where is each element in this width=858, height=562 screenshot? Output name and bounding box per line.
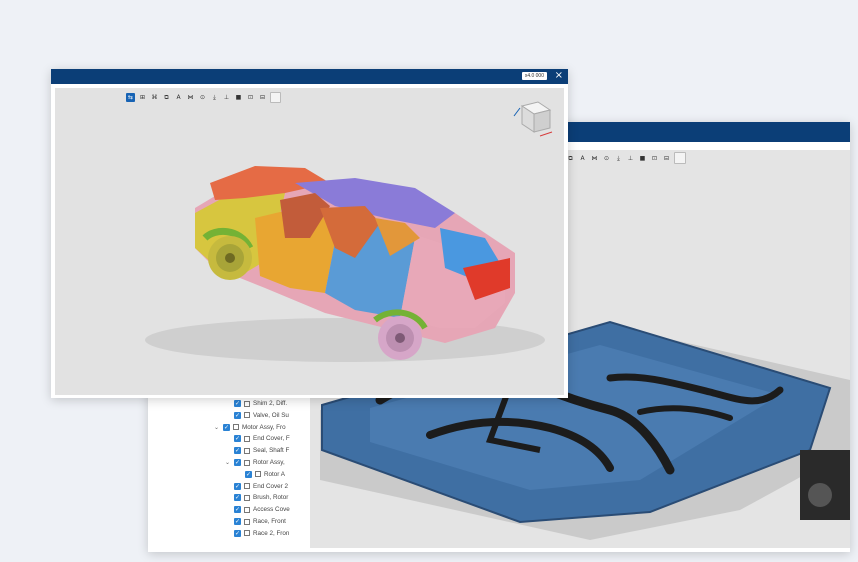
chevron-down-icon[interactable]: ⌄ [214,424,223,431]
toolbar-fit-button[interactable]: ⊡ [650,154,659,163]
tree-item-label: Access Cove [253,506,290,514]
parts-tree: ✓ Shim 2, Diff. ✓ Valve, Oil Su ⌄ ✓ Motor Assy… [148,398,306,552]
view-cube-icon[interactable] [510,94,556,140]
tree-item-label: Seal, Shaft F [253,447,290,455]
tree-item[interactable]: ✓ Race 2, Fron [225,528,289,539]
tree-item[interactable]: ✓ Access Cove [225,504,290,515]
part-icon [244,412,250,419]
toolbar-fit-button[interactable]: ⊡ [246,93,255,102]
toolbar-annotate-button[interactable]: A [174,93,183,102]
tree-item-label: Race 2, Fron [253,529,290,537]
tree-item-label: Race, Front [253,518,286,525]
toolbar-grid-button[interactable]: ⊞ [138,93,147,102]
toolbar-solid-button[interactable]: ■ [638,154,647,163]
part-icon [244,447,250,454]
tree-item[interactable]: ⌄ ✓ Motor Assy, Fro [214,422,286,433]
part-icon [244,435,250,442]
toolbar-visibility-button[interactable]: ⊙ [198,93,207,102]
toolbar-layers-button[interactable]: ⧉ [162,93,171,102]
part-icon [244,459,250,466]
toolbar-download-button[interactable]: ⊥ [222,93,231,102]
checkbox-icon[interactable]: ✓ [234,518,241,525]
toolbar-section-button[interactable]: ⤓ [210,93,219,102]
chevron-down-icon[interactable]: ⌄ [225,459,234,466]
toolbar-download-button[interactable]: ⊥ [626,154,635,163]
tree-item[interactable]: ✓ End Cover 2 [225,481,288,492]
close-icon[interactable]: × [555,70,563,81]
toolbar-select-button[interactable]: ⇆ [126,93,135,102]
checkbox-icon[interactable]: ✓ [234,459,241,466]
car-body-render [55,88,564,395]
toolbar-visibility-button[interactable]: ⊙ [602,154,611,163]
part-icon [244,506,250,513]
part-icon [244,518,250,525]
front-window-titlebar: x4.0 000 × [51,69,568,84]
part-icon [244,483,250,490]
checkbox-icon[interactable]: ✓ [234,400,241,407]
toolbar-explode-button[interactable]: ⋈ [590,154,599,163]
part-icon [244,494,250,501]
checkbox-icon[interactable]: ✓ [234,447,241,455]
tree-item[interactable]: ✓ Rotor A [236,469,285,480]
checkbox-icon[interactable]: ✓ [234,435,241,443]
zoom-badge[interactable]: x4.0 000 [521,72,547,80]
tree-item-label: Rotor Assy, [253,459,285,466]
toolbar-panel-button[interactable]: ⊟ [258,93,267,102]
tree-item[interactable]: ✓ Shim 2, Diff. [225,398,287,409]
tree-item-label: Shim 2, Diff. [253,400,288,407]
tree-item[interactable]: ✓ End Cover, F [225,433,290,444]
checkbox-icon[interactable]: ✓ [245,470,252,478]
tree-item[interactable]: ✓ Race, Front [225,516,286,527]
toolbar-explode-button[interactable]: ⋈ [186,93,195,102]
tree-item-label: Brush, Rotor [253,494,289,502]
part-icon [233,424,239,431]
checkbox-icon[interactable]: ✓ [223,423,230,431]
toolbar-panel-button[interactable]: ⊟ [662,154,671,163]
tree-item-label: End Cover, F [253,435,290,443]
tree-item[interactable]: ✓ Valve, Oil Su [225,410,289,421]
tree-item[interactable]: ✓ Brush, Rotor [225,492,288,503]
tree-item[interactable]: ✓ Seal, Shaft F [225,445,289,456]
toolbar-solid-button[interactable]: ■ [234,93,243,102]
toolbar-command-button[interactable]: ⌘ [150,93,159,102]
toolbar-empty-button[interactable] [270,92,281,103]
tree-item-label: Motor Assy, Fro [242,423,286,431]
part-icon [244,530,250,537]
part-icon [255,471,261,478]
toolbar-section-button[interactable]: ⤓ [614,154,623,163]
back-toolbar: ⧉ A ⋈ ⊙ ⤓ ⊥ ■ ⊡ ⊟ [566,152,686,164]
checkbox-icon[interactable]: ✓ [234,506,241,514]
tree-item-label: Rotor A [264,470,285,478]
tree-item[interactable]: ⌄ ✓ Rotor Assy, [225,457,285,468]
checkbox-icon[interactable]: ✓ [234,411,241,419]
tree-item-label: End Cover 2 [253,482,289,490]
car-3d-viewport[interactable] [55,88,564,395]
front-toolbar: ⇆ ⊞ ⌘ ⧉ A ⋈ ⊙ ⤓ ⊥ ■ ⊡ ⊟ [126,92,281,103]
tree-item-label: Valve, Oil Su [253,411,289,419]
part-icon [244,400,250,407]
toolbar-empty-button[interactable] [674,152,686,164]
front-window: x4.0 000 × ⇆ ⊞ ⌘ ⧉ A ⋈ ⊙ ⤓ ⊥ ■ ⊡ ⊟ [51,69,568,398]
checkbox-icon[interactable]: ✓ [234,529,241,537]
checkbox-icon[interactable]: ✓ [234,494,241,502]
toolbar-annotate-button[interactable]: A [578,154,587,163]
checkbox-icon[interactable]: ✓ [234,482,241,490]
